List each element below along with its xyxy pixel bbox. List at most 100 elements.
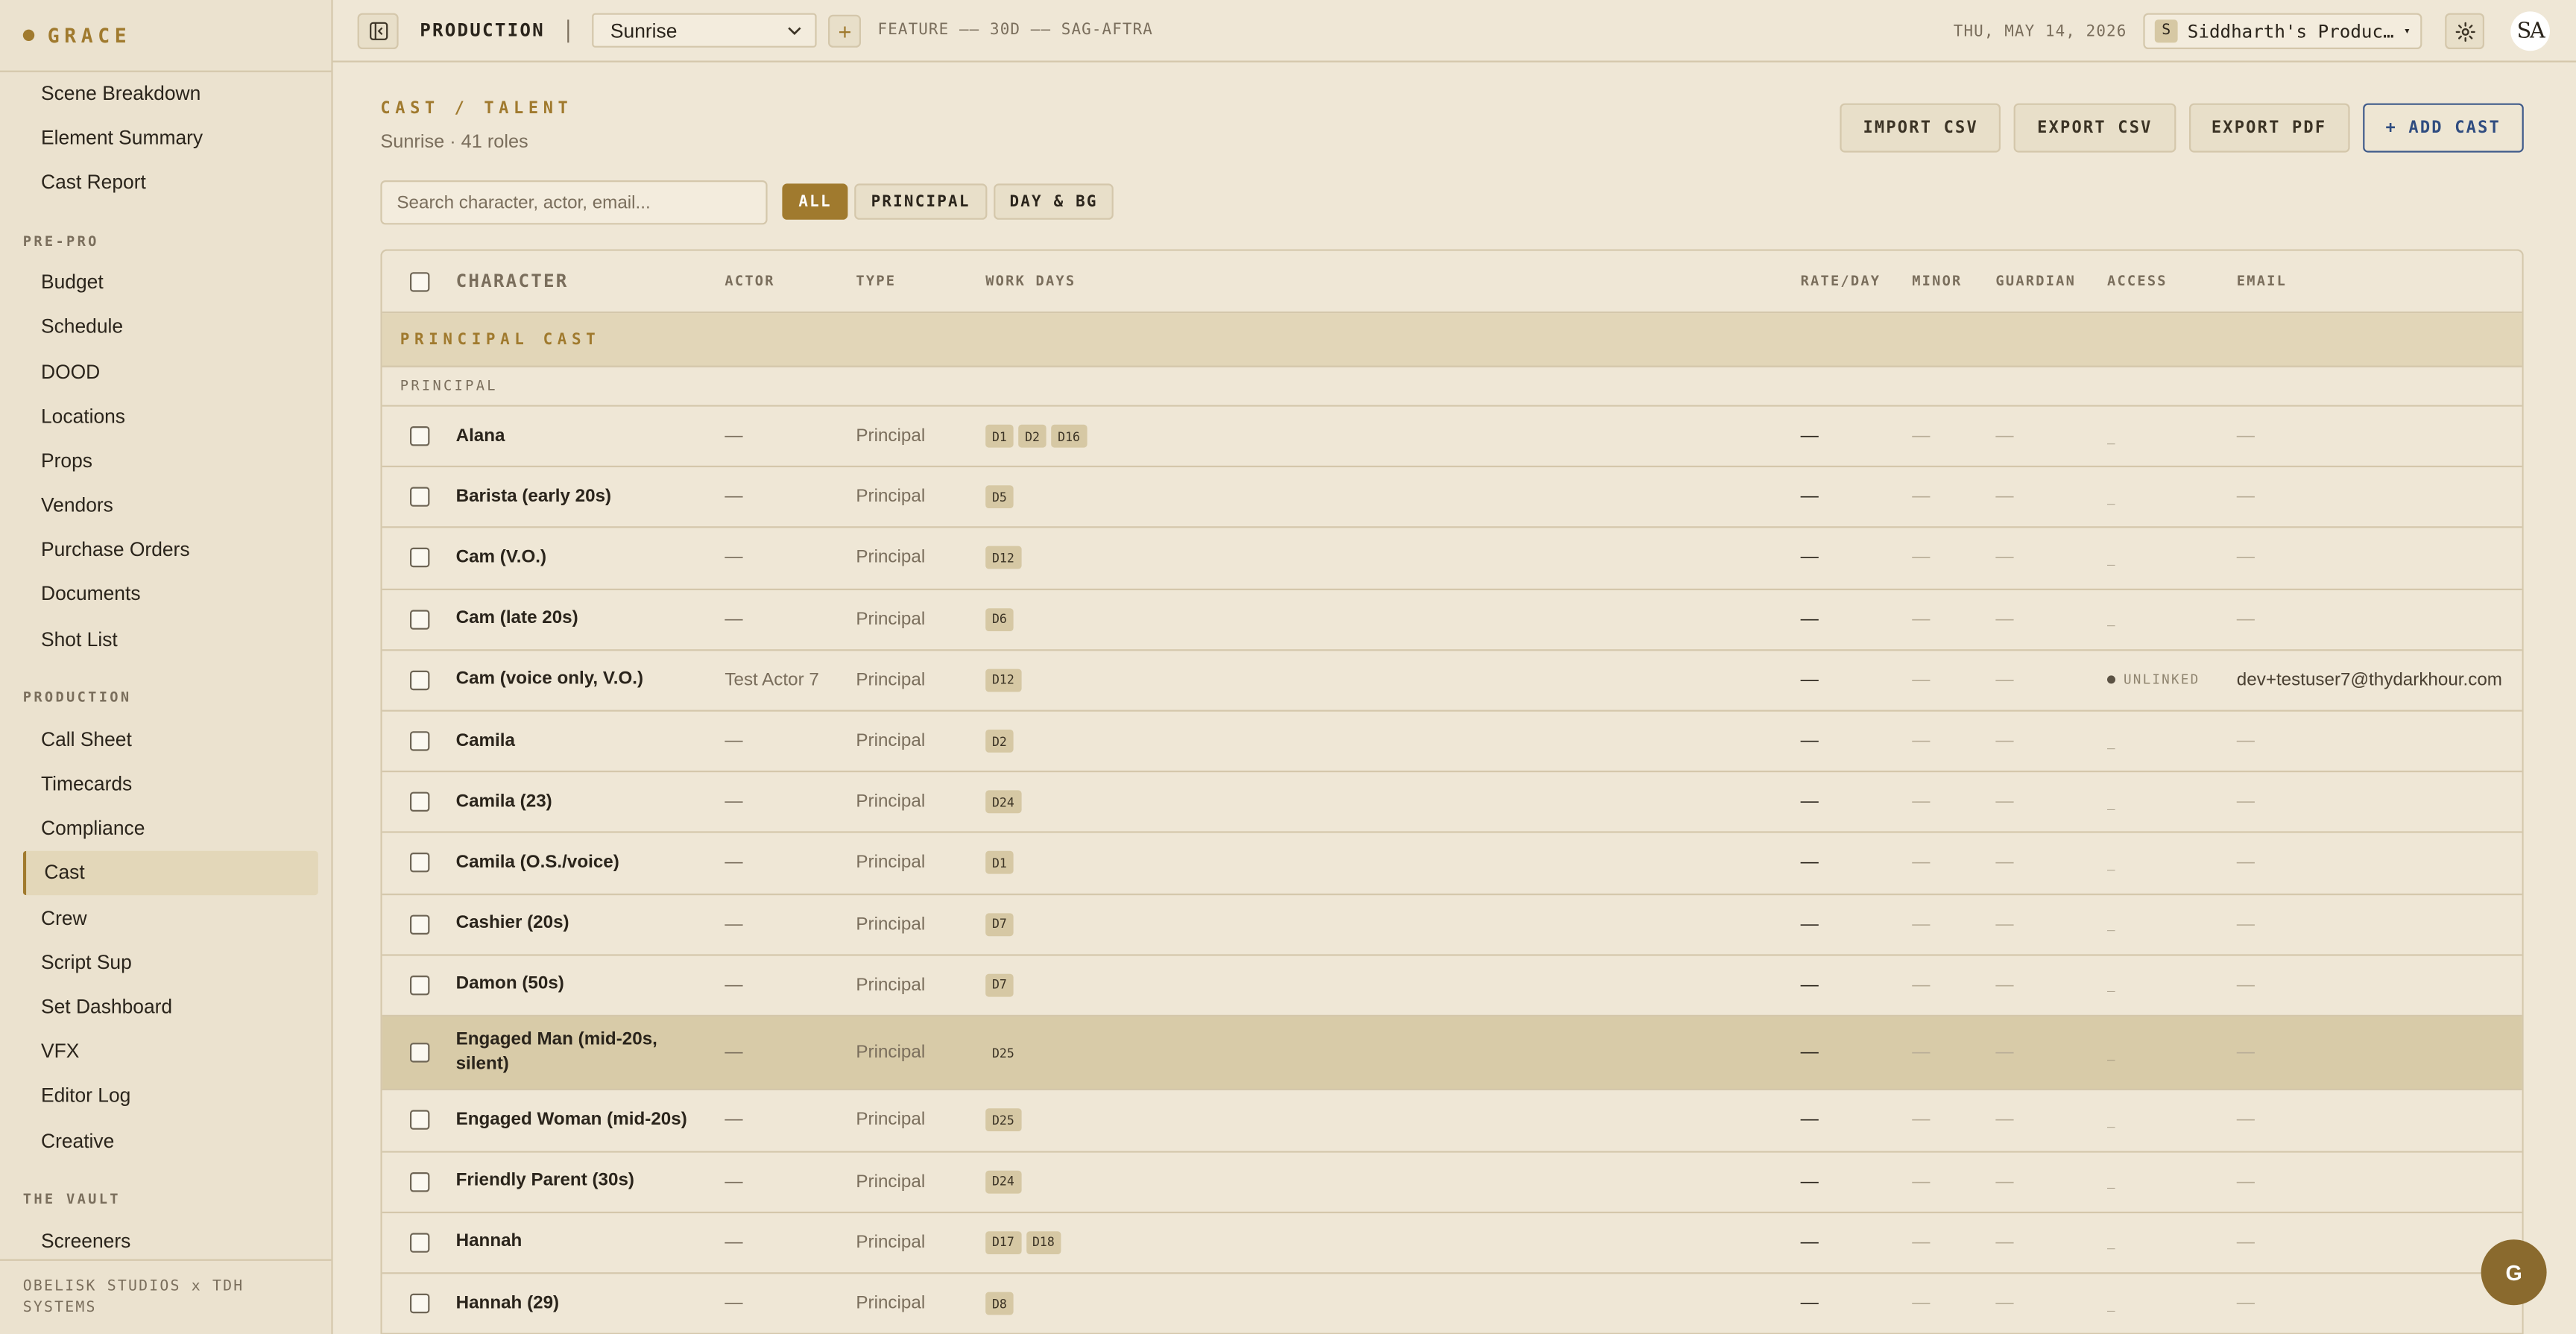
- filter-all[interactable]: ALL: [782, 183, 848, 220]
- table-row[interactable]: Engaged Woman (mid-20s) — Principal D25— — — _…: [382, 1091, 2522, 1152]
- settings-button[interactable]: [2445, 13, 2484, 50]
- user-avatar[interactable]: SA: [2510, 11, 2550, 51]
- row-checkbox[interactable]: [408, 548, 429, 569]
- character-name[interactable]: Alana: [456, 424, 725, 449]
- character-name[interactable]: Engaged Woman (mid-20s): [456, 1108, 725, 1133]
- sidebar-item-element-summary[interactable]: Element Summary: [23, 115, 318, 159]
- header-guardian[interactable]: GUARDIAN: [1995, 273, 2107, 289]
- sidebar-item-call-sheet[interactable]: Call Sheet: [23, 717, 318, 762]
- row-checkbox[interactable]: [408, 670, 429, 690]
- sidebar-item-schedule[interactable]: Schedule: [23, 305, 318, 350]
- sidebar-item-vfx[interactable]: VFX: [23, 1029, 318, 1074]
- project-select[interactable]: Sunrise: [592, 13, 818, 48]
- row-checkbox[interactable]: [408, 792, 429, 812]
- sidebar-item-timecards[interactable]: Timecards: [23, 762, 318, 806]
- row-checkbox[interactable]: [408, 1043, 429, 1063]
- table-row[interactable]: Alana — Principal D1 D2 D16— — — _ —: [382, 407, 2522, 468]
- actor-name: —: [724, 609, 743, 630]
- sidebar-item-budget[interactable]: Budget: [23, 260, 318, 305]
- header-actor[interactable]: ACTOR: [724, 273, 856, 289]
- character-name[interactable]: Friendly Parent (30s): [456, 1169, 725, 1194]
- table-row[interactable]: Damon (50s) — Principal D7— — — _ —: [382, 955, 2522, 1017]
- row-checkbox[interactable]: [408, 1293, 429, 1314]
- character-name[interactable]: Camila: [456, 729, 725, 753]
- add-project-button[interactable]: +: [828, 13, 862, 47]
- guardian: —: [1995, 914, 2014, 935]
- table-row[interactable]: Camila — Principal D2— — — _ —: [382, 712, 2522, 773]
- sidebar-item-scene-breakdown[interactable]: Scene Breakdown: [23, 72, 318, 116]
- add-cast-button[interactable]: + ADD CAST: [2362, 103, 2524, 153]
- character-name[interactable]: Cam (late 20s): [456, 607, 725, 631]
- header-minor[interactable]: MINOR: [1912, 273, 1995, 289]
- table-row[interactable]: Hannah — Principal D17 D18— — — _ —: [382, 1213, 2522, 1274]
- row-checkbox[interactable]: [408, 1233, 429, 1253]
- sidebar-item-screeners[interactable]: Screeners: [23, 1218, 318, 1259]
- character-name[interactable]: Camila (O.S./voice): [456, 851, 725, 876]
- row-checkbox[interactable]: [408, 731, 429, 751]
- row-select-cell: [382, 670, 456, 690]
- table-row[interactable]: Camila (O.S./voice) — Principal D1— — — _ —: [382, 833, 2522, 895]
- header-work-days[interactable]: WORK DAYS: [985, 273, 1800, 289]
- sidebar-item-locations[interactable]: Locations: [23, 393, 318, 438]
- header-type[interactable]: TYPE: [856, 273, 985, 289]
- export-pdf-button[interactable]: EXPORT PDF: [2188, 103, 2350, 153]
- character-name[interactable]: Damon (50s): [456, 973, 725, 997]
- filter-day-bg[interactable]: DAY & BG: [993, 183, 1114, 220]
- character-name[interactable]: Cam (V.O.): [456, 546, 725, 571]
- table-row[interactable]: Cam (V.O.) — Principal D12— — — _ —: [382, 528, 2522, 590]
- sidebar-item-compliance[interactable]: Compliance: [23, 806, 318, 851]
- table-row[interactable]: Barista (early 20s) — Principal D5— — — _ —: [382, 467, 2522, 529]
- sidebar-item-dood[interactable]: DOOD: [23, 349, 318, 393]
- header-email[interactable]: EMAIL: [2237, 273, 2522, 289]
- table-row[interactable]: Camila (23) — Principal D24— — — _ —: [382, 772, 2522, 834]
- character-name[interactable]: Engaged Man (mid-20s, silent): [456, 1028, 725, 1078]
- sidebar-item-vendors[interactable]: Vendors: [23, 483, 318, 528]
- select-all-checkbox[interactable]: [408, 271, 429, 291]
- row-checkbox[interactable]: [408, 975, 429, 995]
- table-row[interactable]: Hannah (29) — Principal D8— — — _ —: [382, 1274, 2522, 1334]
- brand-logo[interactable]: GRACE: [0, 0, 332, 72]
- sidebar-item-cast[interactable]: Cast: [22, 850, 318, 896]
- sidebar-item-creative[interactable]: Creative: [23, 1118, 318, 1163]
- row-checkbox[interactable]: [408, 426, 429, 446]
- sidebar-item-documents[interactable]: Documents: [23, 572, 318, 617]
- sidebar-item-props[interactable]: Props: [23, 438, 318, 483]
- table-row[interactable]: Cam (late 20s) — Principal D6— — — _ —: [382, 589, 2522, 651]
- character-name[interactable]: Hannah: [456, 1230, 725, 1255]
- filter-principal[interactable]: PRINCIPAL: [854, 183, 987, 220]
- email: —: [2236, 609, 2255, 630]
- character-name[interactable]: Cashier (20s): [456, 911, 725, 936]
- row-checkbox[interactable]: [408, 853, 429, 873]
- character-name[interactable]: Cam (voice only, V.O.): [456, 668, 725, 692]
- sidebar-item-shot-list[interactable]: Shot List: [23, 616, 318, 661]
- assistant-button[interactable]: G: [2481, 1239, 2547, 1306]
- header-character[interactable]: CHARACTER: [456, 269, 725, 294]
- sidebar-item-set-dashboard[interactable]: Set Dashboard: [23, 984, 318, 1029]
- character-name[interactable]: Barista (early 20s): [456, 485, 725, 510]
- sidebar-item-cast-report[interactable]: Cast Report: [23, 159, 318, 204]
- row-checkbox[interactable]: [408, 914, 429, 935]
- export-csv-button[interactable]: EXPORT CSV: [2014, 103, 2176, 153]
- table-row[interactable]: Cam (voice only, V.O.) Test Actor 7 Princi…: [382, 651, 2522, 712]
- search-input[interactable]: Search character, actor, email...: [380, 180, 768, 225]
- row-checkbox[interactable]: [408, 1110, 429, 1131]
- sidebar-item-crew[interactable]: Crew: [23, 895, 318, 940]
- group-header[interactable]: PRINCIPAL CAST: [382, 313, 2522, 367]
- work-day-chip: D7: [985, 912, 1014, 936]
- row-checkbox[interactable]: [408, 609, 429, 630]
- sidebar-item-script-sup[interactable]: Script Sup: [23, 940, 318, 984]
- character-name[interactable]: Camila (23): [456, 790, 725, 815]
- table-row[interactable]: Engaged Man (mid-20s, silent) — Principal D…: [382, 1016, 2522, 1091]
- header-access[interactable]: ACCESS: [2107, 273, 2237, 289]
- import-csv-button[interactable]: IMPORT CSV: [1840, 103, 2001, 153]
- character-name[interactable]: Hannah (29): [456, 1292, 725, 1316]
- row-checkbox[interactable]: [408, 1172, 429, 1192]
- table-row[interactable]: Friendly Parent (30s) — Principal D24— — — _ —: [382, 1152, 2522, 1213]
- table-row[interactable]: Cashier (20s) — Principal D7— — — _ —: [382, 894, 2522, 955]
- sidebar-item-purchase-orders[interactable]: Purchase Orders: [23, 528, 318, 572]
- sidebar-item-editor-log[interactable]: Editor Log: [23, 1073, 318, 1118]
- org-switcher[interactable]: S Siddharth's Producti… ▾: [2143, 13, 2422, 50]
- header-rate[interactable]: RATE/DAY: [1801, 273, 1913, 289]
- row-checkbox[interactable]: [408, 487, 429, 508]
- collapse-sidebar-button[interactable]: [357, 12, 399, 48]
